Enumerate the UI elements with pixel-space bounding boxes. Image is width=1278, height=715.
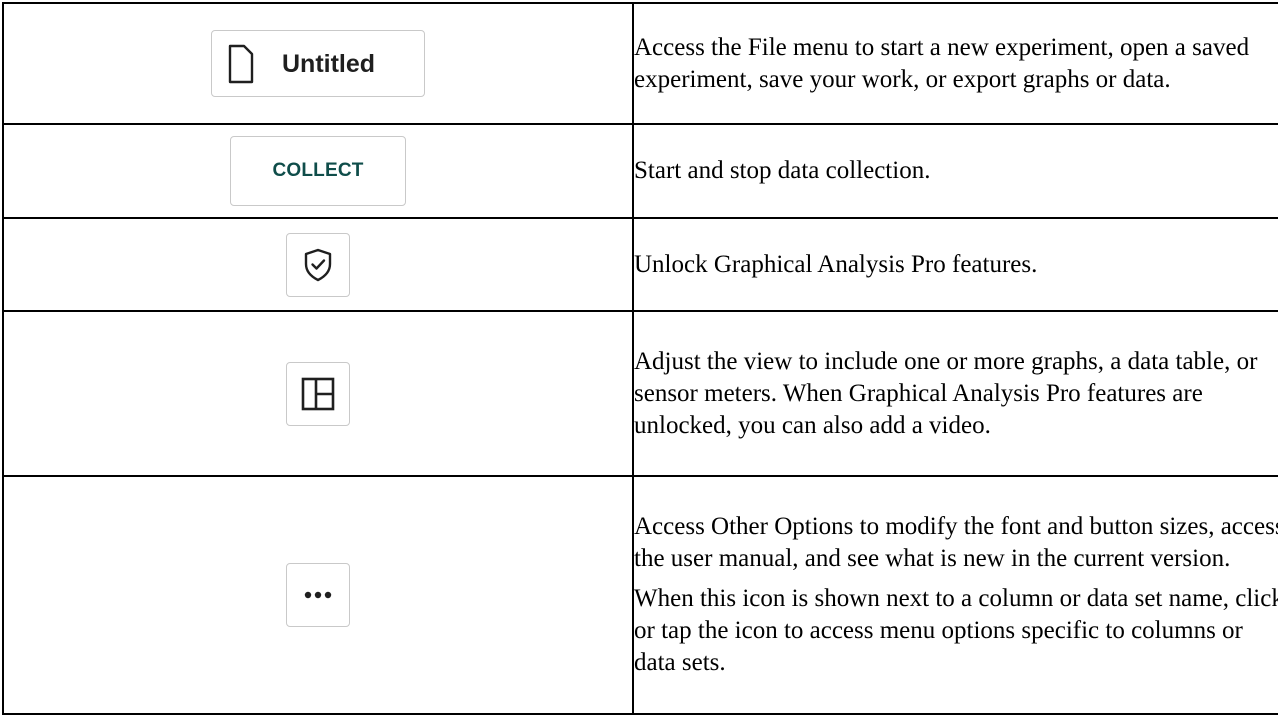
description-text: Access the File menu to start a new expe… <box>634 33 1250 93</box>
icon-cell <box>2 310 634 477</box>
description-text: When this icon is shown next to a column… <box>634 585 1278 676</box>
layout-view-icon <box>301 377 335 410</box>
table-row: Untitled Access the File menu to start a… <box>2 2 1278 125</box>
description-text: Access Other Options to modify the font … <box>634 513 1278 572</box>
description-text: Unlock Graphical Analysis Pro features. <box>634 250 1038 278</box>
collect-button[interactable]: COLLECT <box>230 136 406 206</box>
description-cell: Start and stop data collection. <box>632 123 1278 219</box>
icon-cell <box>2 475 634 715</box>
table-row: COLLECT Start and stop data collection. <box>2 123 1278 219</box>
toolbar-reference-table: Untitled Access the File menu to start a… <box>2 2 1278 715</box>
description-cell: Access Other Options to modify the font … <box>632 475 1278 715</box>
view-layout-button[interactable] <box>286 361 350 426</box>
file-name-label: Untitled <box>282 49 376 78</box>
shield-check-icon <box>304 248 332 281</box>
icon-cell: COLLECT <box>2 123 634 219</box>
file-icon <box>228 44 254 83</box>
description-cell: Access the File menu to start a new expe… <box>632 2 1278 125</box>
unlock-pro-button[interactable] <box>286 232 350 297</box>
description-text: Adjust the view to include one or more g… <box>634 347 1258 439</box>
file-menu-button[interactable]: Untitled <box>211 30 425 97</box>
description-text: Start and stop data collection. <box>634 157 931 184</box>
icon-cell: Untitled <box>2 2 634 125</box>
collect-button-label: COLLECT <box>272 160 364 181</box>
table-row: Adjust the view to include one or more g… <box>2 310 1278 477</box>
description-cell: Unlock Graphical Analysis Pro features. <box>632 217 1278 312</box>
description-cell: Adjust the view to include one or more g… <box>632 310 1278 477</box>
other-options-button[interactable] <box>286 563 350 627</box>
table-row: Unlock Graphical Analysis Pro features. <box>2 217 1278 312</box>
icon-cell <box>2 217 634 312</box>
more-options-icon <box>304 591 332 599</box>
table-row: Access Other Options to modify the font … <box>2 475 1278 715</box>
